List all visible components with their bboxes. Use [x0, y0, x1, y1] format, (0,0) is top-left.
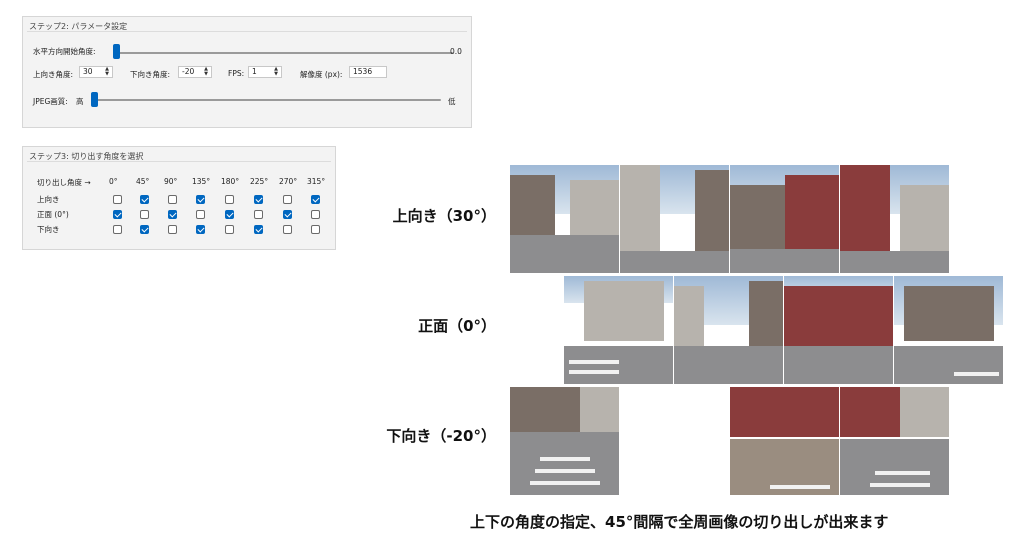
angle-checkbox[interactable] [283, 195, 292, 204]
parameter-settings-panel: ステップ2: パラメータ設定 水平方向開始角度: 0.0 上向き角度: 30 ▲… [22, 16, 472, 128]
angle-checkbox[interactable] [283, 210, 292, 219]
up-row-label: 上向き（30°） [392, 207, 496, 225]
angle-column-header: 270° [279, 177, 298, 186]
spin-arrows-icon[interactable]: ▲ ▼ [103, 67, 111, 77]
angle-checkbox[interactable] [254, 225, 263, 234]
up-view-image-315 [840, 165, 950, 273]
up-angle-spinbox[interactable]: 30 ▲ ▼ [79, 66, 113, 78]
angle-column-header: 45° [136, 177, 150, 186]
angle-column-header: 180° [221, 177, 240, 186]
down-view-image-135 [730, 387, 840, 495]
down-row-label: 下向き（-20°） [386, 427, 496, 445]
angle-checkbox[interactable] [225, 210, 234, 219]
jpeg-quality-high-label: 高 [76, 97, 84, 106]
angle-checkbox[interactable] [254, 210, 263, 219]
angle-checkbox[interactable] [225, 225, 234, 234]
h-start-angle-label: 水平方向開始角度: [33, 47, 96, 56]
angle-column-header: 90° [164, 177, 178, 186]
spin-arrows-icon[interactable]: ▲ ▼ [272, 67, 280, 77]
angle-checkbox[interactable] [311, 225, 320, 234]
angle-checkbox[interactable] [168, 225, 177, 234]
angle-row-label: 正面 (0°) [37, 210, 69, 219]
front-view-image-0 [564, 276, 674, 384]
angle-checkbox[interactable] [196, 225, 205, 234]
fps-label: FPS: [228, 69, 245, 78]
fps-value: 1 [252, 67, 257, 76]
angle-row-label: 下向き [37, 225, 60, 234]
angle-column-header: 225° [250, 177, 269, 186]
front-view-image-180 [784, 276, 894, 384]
angle-checkbox[interactable] [140, 210, 149, 219]
jpeg-quality-slider-thumb[interactable] [91, 92, 98, 107]
spin-arrows-icon[interactable]: ▲ ▼ [202, 67, 210, 77]
angle-checkbox[interactable] [168, 210, 177, 219]
front-view-image-270 [894, 276, 1004, 384]
down-angle-value: -20 [182, 67, 195, 76]
summary-caption: 上下の角度の指定、45°間隔で全周画像の切り出しが出来ます [470, 513, 889, 531]
angle-column-header: 315° [307, 177, 326, 186]
front-view-image-90 [674, 276, 784, 384]
h-start-angle-value: 0.0 [450, 47, 462, 56]
down-angle-spinbox[interactable]: -20 ▲ ▼ [178, 66, 212, 78]
resolution-label: 解像度 (px): [300, 70, 343, 79]
angle-checkbox[interactable] [311, 195, 320, 204]
up-view-image-225 [730, 165, 840, 273]
angle-checkbox[interactable] [225, 195, 234, 204]
up-view-image-45 [510, 165, 620, 273]
angle-checkbox[interactable] [140, 195, 149, 204]
angle-checkbox[interactable] [113, 210, 122, 219]
group-divider [27, 161, 331, 162]
angle-checkbox[interactable] [311, 210, 320, 219]
down-view-image-45 [510, 387, 620, 495]
up-angle-value: 30 [83, 67, 93, 76]
angle-checkbox[interactable] [254, 195, 263, 204]
jpeg-quality-slider-track[interactable] [91, 99, 441, 101]
down-view-image-225 [840, 387, 950, 495]
angle-checkbox[interactable] [140, 225, 149, 234]
resolution-value: 1536 [353, 67, 373, 76]
up-view-image-135 [620, 165, 730, 273]
angle-selection-panel: ステップ3: 切り出す角度を選択 切り出し角度 → 0° 45° 90° 135° 18… [22, 146, 336, 250]
group-divider [27, 31, 467, 32]
jpeg-quality-low-label: 低 [448, 97, 456, 106]
front-row-label: 正面（0°） [418, 317, 496, 335]
angle-checkbox[interactable] [196, 195, 205, 204]
angle-column-header: 0° [109, 177, 118, 186]
h-start-angle-slider-thumb[interactable] [113, 44, 120, 59]
angle-checkbox[interactable] [168, 195, 177, 204]
angle-checkbox[interactable] [196, 210, 205, 219]
up-angle-label: 上向き角度: [33, 70, 74, 79]
angle-row-label: 上向き [37, 195, 60, 204]
angle-checkbox[interactable] [283, 225, 292, 234]
angle-checkbox[interactable] [113, 195, 122, 204]
fps-spinbox[interactable]: 1 ▲ ▼ [248, 66, 282, 78]
jpeg-quality-label: JPEG画質: [33, 97, 68, 106]
angle-checkbox[interactable] [113, 225, 122, 234]
down-angle-label: 下向き角度: [130, 70, 171, 79]
h-start-angle-slider-track[interactable] [113, 52, 453, 54]
resolution-input[interactable]: 1536 [349, 66, 387, 78]
angle-column-header: 135° [192, 177, 211, 186]
angle-header-label: 切り出し角度 → [37, 178, 91, 187]
